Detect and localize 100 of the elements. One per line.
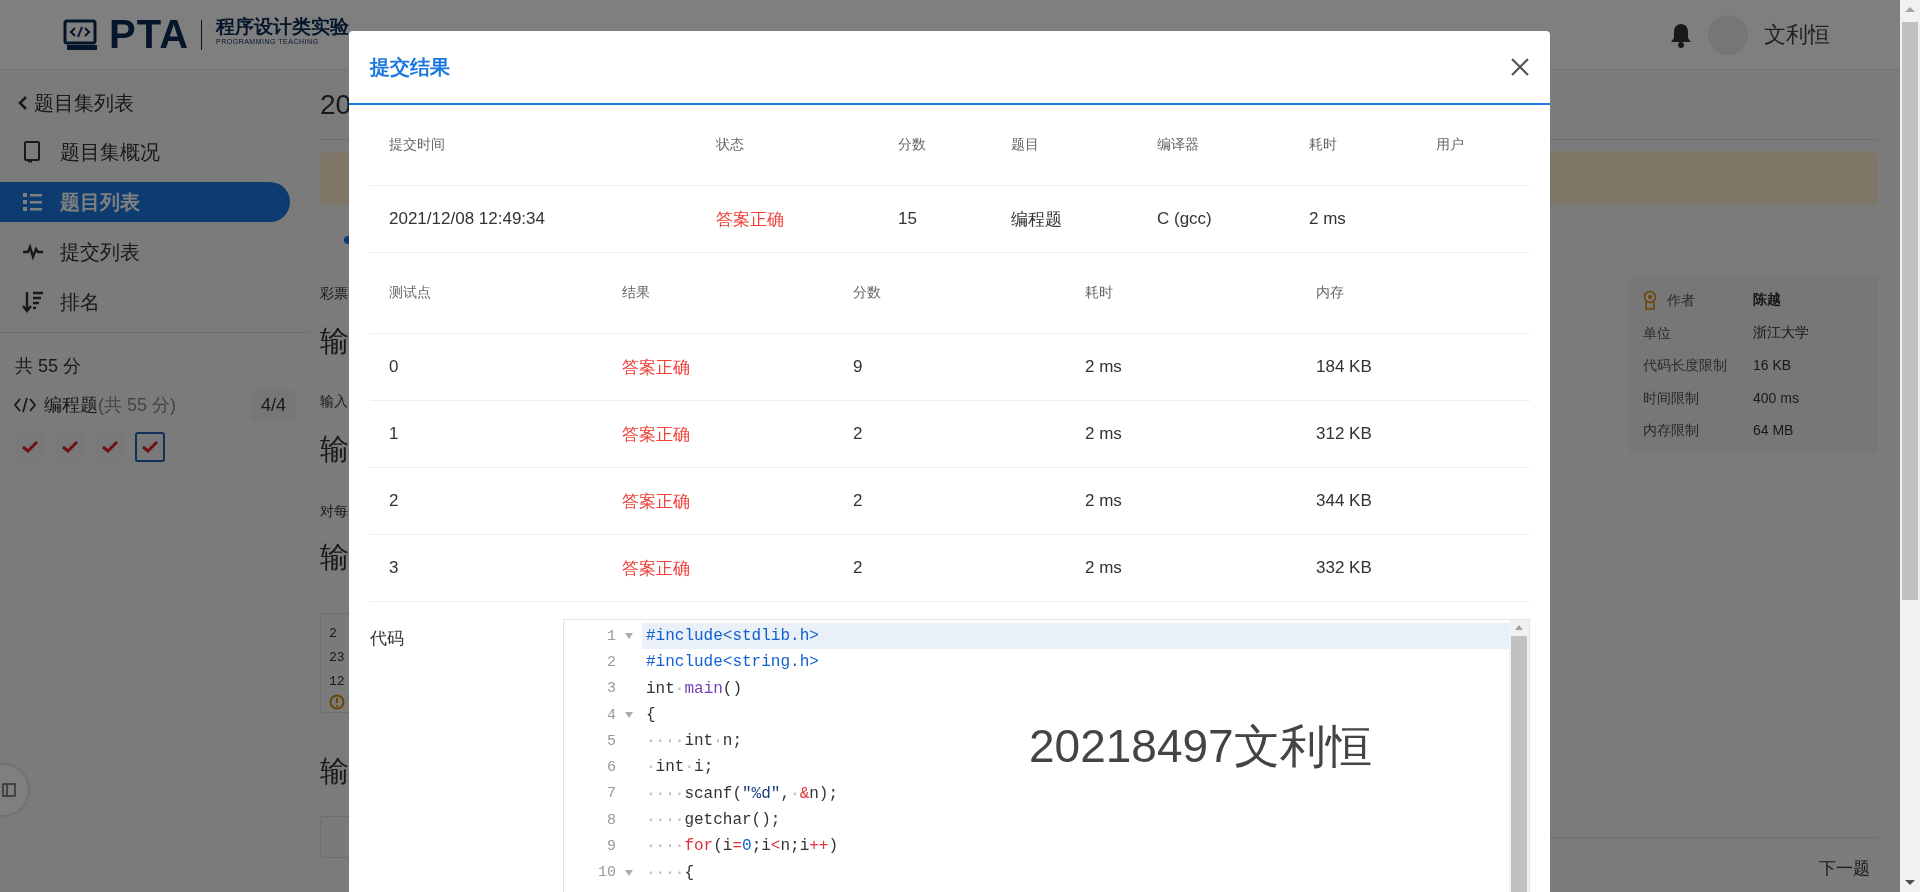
logo-text: PTA — [109, 12, 190, 57]
column-header: 分数 — [898, 136, 927, 154]
total-score: 共 55 分 — [15, 355, 83, 378]
sidebar-item[interactable]: 提交列表 — [0, 232, 290, 272]
code-line: ····for(i=0;i<n;i++) — [645, 836, 840, 858]
check-icon — [22, 441, 38, 453]
column-header: 题目 — [1011, 136, 1040, 154]
chevron-left-icon — [18, 95, 28, 111]
check-icon — [142, 441, 158, 453]
line-number: 4 — [607, 706, 616, 724]
code-line: #include<string.h> — [645, 652, 820, 674]
paragraph: 输入 — [320, 392, 349, 411]
line-number: 7 — [607, 785, 616, 803]
table-cell-text: 312 KB — [1316, 424, 1373, 444]
check-icon — [62, 441, 78, 453]
sample-line: 12 — [329, 673, 345, 691]
line-number: 9 — [607, 838, 616, 855]
line-number: 8 — [607, 811, 616, 829]
table-cell-text: 2 — [853, 424, 864, 444]
table-cell-text: 2 ms — [1085, 357, 1123, 377]
paragraph: 对每 — [320, 502, 349, 521]
line-number: 6 — [607, 759, 616, 777]
column-header: 状态 — [716, 136, 745, 154]
code-line: ····scanf("%d",·&n); — [645, 783, 840, 805]
panel-icon — [2, 783, 16, 797]
scrollbar-thumb[interactable] — [1902, 22, 1918, 600]
table-cell-text: 2021/12/08 12:49:34 — [389, 209, 546, 229]
code-line: int·main() — [645, 678, 744, 700]
user-name[interactable]: 文利恒 — [1764, 19, 1830, 50]
section-heading: 输 — [320, 754, 349, 789]
check-icon — [102, 441, 118, 453]
code-line: ····int·n; — [645, 731, 744, 753]
table-cell-text: 2 ms — [1085, 424, 1123, 444]
warning-icon — [329, 694, 345, 710]
line-number: 10 — [598, 864, 616, 882]
bell-icon[interactable] — [1670, 21, 1692, 48]
table-cell-text: 编程题 — [1011, 208, 1063, 231]
status-cell-text: 答案正确 — [622, 490, 691, 513]
next-link[interactable]: 下一题 — [1819, 858, 1870, 880]
info-value: 400 ms — [1753, 389, 1800, 406]
progress-badge: 4/4 — [250, 390, 296, 420]
column-header: 测试点 — [389, 284, 432, 302]
sample-line: 2 — [329, 625, 337, 643]
table-cell-text: 2 — [853, 558, 864, 578]
list-icon — [22, 190, 44, 214]
sample-line: 23 — [329, 649, 345, 667]
table-cell-text: 2 — [389, 491, 400, 511]
logo-subtitle: 程序设计类实验 — [216, 16, 350, 38]
info-label: 内存限制 — [1643, 421, 1699, 440]
status-cell-text: 答案正确 — [622, 557, 691, 580]
column-header: 用户 — [1436, 136, 1465, 154]
back-link[interactable]: 题目集列表 — [18, 88, 310, 118]
info-label: 代码长度限制 — [1643, 356, 1727, 375]
table-cell-text: 2 ms — [1085, 558, 1123, 578]
line-number: 2 — [607, 653, 616, 671]
medal-icon — [1643, 290, 1657, 311]
code-label: 代码 — [370, 628, 405, 650]
overlay-text: 20218497文利恒 — [1029, 719, 1372, 774]
table-cell-text: 184 KB — [1316, 357, 1373, 377]
problem-tile[interactable] — [135, 432, 165, 462]
info-label: 时间限制 — [1643, 388, 1699, 408]
table-cell-text: 3 — [389, 558, 400, 578]
fold-icon[interactable] — [625, 633, 633, 640]
code-line: { — [645, 704, 657, 726]
table-cell-text: 2 ms — [1309, 209, 1347, 229]
dialog-title: 提交结果 — [370, 54, 450, 80]
info-value: 64 MB — [1753, 422, 1795, 439]
sort-icon — [22, 290, 44, 314]
table-cell-text: 2 — [853, 491, 864, 511]
line-number: 5 — [607, 732, 616, 750]
paragraph: 彩票 — [320, 284, 349, 303]
sidebar-item[interactable]: 题目列表 — [0, 182, 290, 222]
column-header: 编译器 — [1157, 136, 1200, 154]
section-heading: 输 — [320, 540, 349, 575]
code-editor[interactable]: 1 2 3 4 5 6 7 8 9 10 #include<stdlib.h> #include<string.h> int·main() { ····int·n; ·int·i; ····scanf("%d",·&n); ····getchar(); ····for(i=0;i<n;i++) ····{ 20218497文利恒 — [563, 619, 1530, 892]
line-number: 1 — [607, 627, 616, 645]
table-cell-text: 344 KB — [1316, 491, 1373, 511]
close-icon[interactable] — [1510, 57, 1530, 77]
info-value: 浙江大学 — [1753, 323, 1810, 342]
line-number: 3 — [607, 680, 616, 698]
sidebar-item[interactable]: 题目集概况 — [0, 132, 290, 172]
section-heading: 输 — [320, 432, 349, 467]
code-icon — [14, 396, 36, 414]
code-line: ····getchar(); — [645, 810, 782, 832]
fold-icon[interactable] — [625, 869, 633, 876]
table-cell-text: 9 — [853, 357, 864, 377]
column-header: 耗时 — [1309, 136, 1338, 154]
table-cell-text: C (gcc) — [1157, 209, 1213, 229]
info-value: 陈越 — [1753, 291, 1782, 310]
table-cell-text: 1 — [389, 424, 400, 444]
info-value: 16 KB — [1753, 357, 1793, 374]
status-cell-text: 答案正确 — [716, 208, 785, 231]
code-line: ····{ — [645, 862, 695, 884]
column-header: 结果 — [622, 284, 651, 302]
column-header: 耗时 — [1085, 284, 1114, 302]
column-header: 内存 — [1316, 284, 1345, 302]
column-header: 分数 — [853, 284, 882, 302]
fold-icon[interactable] — [625, 712, 633, 719]
sidebar-item[interactable]: 排名 — [0, 282, 290, 322]
status-cell-text: 答案正确 — [622, 423, 691, 446]
